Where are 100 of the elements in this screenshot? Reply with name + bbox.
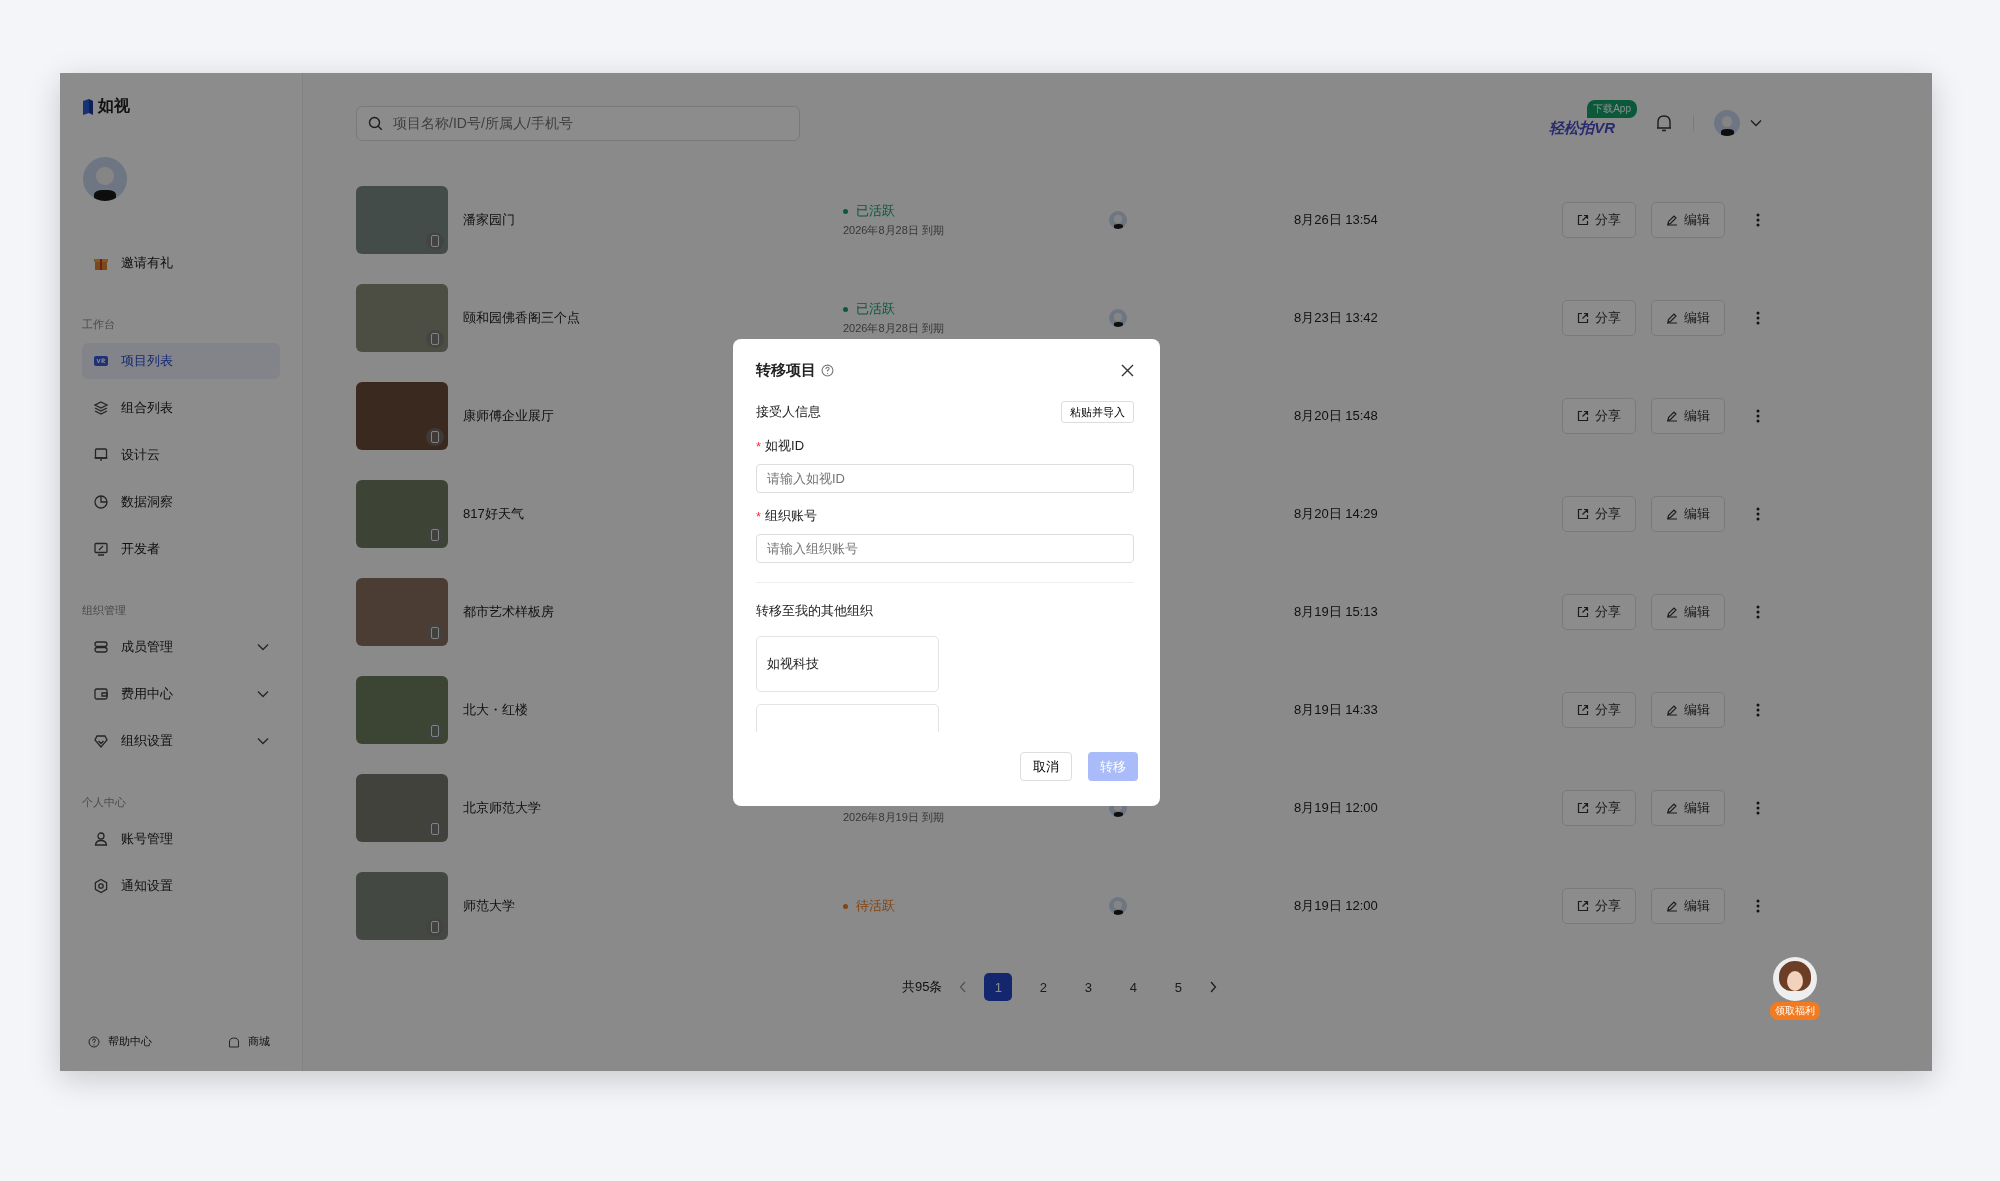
- share-icon: [1577, 312, 1589, 324]
- sidebar-item[interactable]: 开发者: [82, 531, 280, 567]
- expiry-date: 2026年8月28日 到期: [843, 223, 945, 238]
- edit-button[interactable]: 编辑: [1651, 594, 1725, 630]
- expiry-date: 2026年8月19日 到期: [843, 810, 945, 825]
- input-field[interactable]: 请输入如视ID: [756, 464, 1134, 493]
- total-count: 共95条: [902, 978, 943, 996]
- page-button[interactable]: 3: [1074, 973, 1103, 1001]
- required-mark: *: [756, 508, 762, 524]
- more-icon[interactable]: [1756, 703, 1760, 717]
- footer-link[interactable]: 商城: [228, 1034, 270, 1049]
- help-icon[interactable]: [821, 364, 834, 377]
- chevron-icon: [257, 643, 269, 651]
- edit-button[interactable]: 编辑: [1651, 888, 1725, 924]
- edit-button[interactable]: 编辑: [1651, 202, 1725, 238]
- edit-button[interactable]: 编辑: [1651, 398, 1725, 434]
- download-badge[interactable]: 下载App: [1587, 99, 1637, 118]
- updated-time: 8月19日 14:33: [1294, 701, 1379, 719]
- phone-icon: [426, 918, 444, 936]
- share-button[interactable]: 分享: [1562, 398, 1636, 434]
- menu-icon: [93, 541, 109, 557]
- phone-icon: [426, 330, 444, 348]
- benefit-badge[interactable]: 领取福利: [1770, 1002, 1820, 1020]
- more-icon[interactable]: [1756, 605, 1760, 619]
- pencil-icon: [1666, 900, 1678, 912]
- page-button[interactable]: 5: [1164, 973, 1193, 1001]
- menu-icon: [93, 831, 109, 847]
- logo-icon: [82, 97, 94, 116]
- required-mark: *: [756, 438, 762, 454]
- paste-import-button[interactable]: 粘贴并导入: [1061, 401, 1134, 423]
- updated-time: 8月20日 15:48: [1294, 407, 1379, 425]
- org-card[interactable]: 如视科技: [756, 636, 939, 692]
- more-icon[interactable]: [1756, 507, 1760, 521]
- page-button[interactable]: 2: [1029, 973, 1058, 1001]
- share-button[interactable]: 分享: [1562, 202, 1636, 238]
- field-label: 如视ID: [765, 437, 805, 455]
- field-label: 组织账号: [765, 507, 818, 525]
- dialog-title: 转移项目: [756, 361, 816, 380]
- more-icon[interactable]: [1756, 311, 1760, 325]
- share-button[interactable]: 分享: [1562, 692, 1636, 728]
- share-button[interactable]: 分享: [1562, 888, 1636, 924]
- menu-icon: [93, 639, 109, 655]
- sidebar-item[interactable]: 组合列表: [82, 390, 280, 426]
- project-name[interactable]: 颐和园佛香阁三个点: [463, 309, 843, 327]
- promo-link[interactable]: 轻松拍VR: [1549, 118, 1615, 136]
- footer-link[interactable]: 帮助中心: [88, 1034, 152, 1049]
- invite-link[interactable]: 邀请有礼: [82, 245, 280, 281]
- menu-icon: [93, 686, 109, 702]
- pencil-icon: [1666, 802, 1678, 814]
- project-name[interactable]: 师范大学: [463, 897, 843, 915]
- close-icon[interactable]: [1121, 364, 1134, 377]
- owner-avatar: [1109, 309, 1127, 327]
- more-icon[interactable]: [1756, 213, 1760, 227]
- notification-icon[interactable]: [1655, 113, 1673, 133]
- pencil-icon: [1666, 312, 1678, 324]
- edit-button[interactable]: 编辑: [1651, 790, 1725, 826]
- project-name[interactable]: 北京师范大学: [463, 799, 843, 817]
- chevron-icon[interactable]: [1750, 119, 1762, 127]
- sidebar-item[interactable]: 账号管理: [82, 821, 280, 857]
- page-button[interactable]: 4: [1119, 973, 1148, 1001]
- search-field[interactable]: 项目名称/ID号/所属人/手机号: [356, 105, 800, 141]
- updated-time: 8月20日 14:29: [1294, 505, 1379, 523]
- share-button[interactable]: 分享: [1562, 496, 1636, 532]
- project-name[interactable]: 潘家园门: [463, 211, 843, 229]
- updated-time: 8月19日 12:00: [1294, 799, 1379, 817]
- sidebar-item[interactable]: 成员管理: [82, 629, 280, 665]
- share-icon: [1577, 606, 1589, 618]
- sidebar-item[interactable]: 项目列表: [82, 343, 280, 379]
- menu-icon: [93, 400, 109, 416]
- phone-icon: [426, 820, 444, 838]
- sidebar-item[interactable]: 组织设置: [82, 723, 280, 759]
- input-field[interactable]: 请输入组织账号: [756, 534, 1134, 563]
- edit-button[interactable]: 编辑: [1651, 300, 1725, 336]
- cancel-button[interactable]: 取消: [1020, 752, 1072, 781]
- more-icon[interactable]: [1756, 899, 1760, 913]
- section-title: 接受人信息: [756, 403, 821, 421]
- expiry-date: 2026年8月28日 到期: [843, 321, 945, 336]
- edit-button[interactable]: 编辑: [1651, 496, 1725, 532]
- chevron-icon: [257, 690, 269, 698]
- share-icon: [1577, 214, 1589, 226]
- sidebar-item[interactable]: 费用中心: [82, 676, 280, 712]
- pencil-icon: [1666, 704, 1678, 716]
- sidebar-item[interactable]: 数据洞察: [82, 484, 280, 520]
- shop-icon: [228, 1035, 240, 1048]
- menu-icon: [93, 447, 109, 463]
- user-avatar[interactable]: [1714, 110, 1740, 136]
- next-page-icon[interactable]: [1209, 981, 1218, 993]
- sidebar-item[interactable]: 通知设置: [82, 868, 280, 904]
- more-icon[interactable]: [1756, 801, 1760, 815]
- share-button[interactable]: 分享: [1562, 594, 1636, 630]
- page-button[interactable]: 1: [984, 973, 1013, 1001]
- menu-icon: [93, 733, 109, 749]
- sidebar-item[interactable]: 设计云: [82, 437, 280, 473]
- edit-button[interactable]: 编辑: [1651, 692, 1725, 728]
- more-icon[interactable]: [1756, 409, 1760, 423]
- share-button[interactable]: 分享: [1562, 790, 1636, 826]
- pencil-icon: [1666, 508, 1678, 520]
- updated-time: 8月19日 12:00: [1294, 897, 1379, 915]
- share-button[interactable]: 分享: [1562, 300, 1636, 336]
- user-avatar[interactable]: [83, 157, 127, 201]
